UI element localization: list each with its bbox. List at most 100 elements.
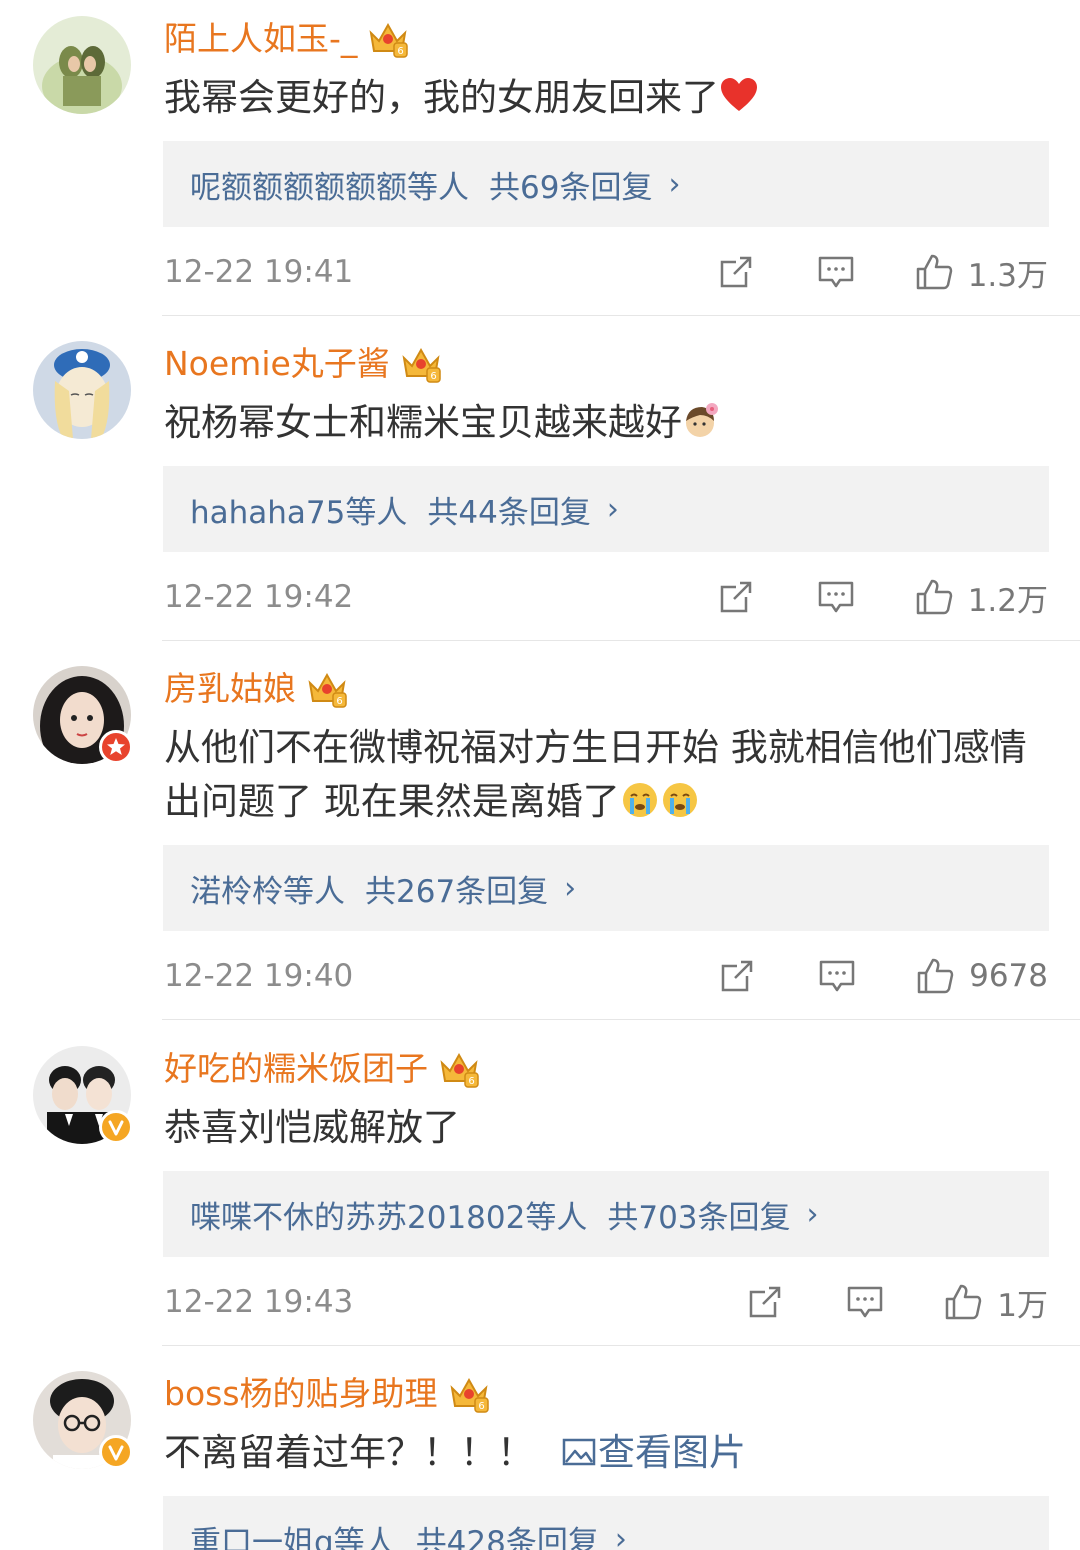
comment-footer: 12-22 19:43 1万 (164, 1272, 1048, 1332)
chevron-right-icon: › (668, 166, 681, 202)
divider (162, 640, 1080, 641)
reply-count[interactable]: 共428条回复 (416, 1517, 599, 1550)
comment-footer: 12-22 19:40 9678 (164, 946, 1048, 1006)
reply-count[interactable]: 共703条回复 (607, 1192, 790, 1237)
timestamp: 12-22 19:42 (164, 579, 354, 615)
vip-crown-icon[interactable]: 6 (400, 344, 442, 384)
comment-icon[interactable] (845, 1282, 885, 1322)
comment-text-content: 不离留着过年？！！！ (164, 1431, 534, 1474)
svg-text:6: 6 (468, 1076, 474, 1087)
username-row: 房乳姑娘 6 (164, 664, 348, 714)
comment-item: 好吃的糯米饭团子 6 恭喜刘恺威解放了 喋喋不休的苏苏201802等人 共703… (0, 1030, 1080, 1346)
comment-text-content: 从他们不在微博祝福对方生日开始 我就相信他们感情出问题了 现在果然是离婚了 (164, 726, 1027, 823)
username[interactable]: boss杨的贴身助理 (164, 1374, 438, 1414)
divider (162, 315, 1080, 316)
divider (162, 1019, 1080, 1020)
timestamp: 12-22 19:41 (164, 254, 354, 290)
avatar[interactable] (33, 16, 131, 114)
reply-users[interactable]: 喋喋不休的苏苏201802等人 (190, 1192, 587, 1237)
comment-text: 不离留着过年？！！！ 查看图片 (164, 1426, 1044, 1480)
view-picture-link[interactable]: 查看图片 (562, 1431, 746, 1474)
comment-item: 陌上人如玉-_ 6 我幂会更好的，我的女朋友回来了 呢额额额额额额等人 共69条… (0, 0, 1080, 316)
avatar-image (33, 341, 131, 439)
reply-count[interactable]: 共44条回复 (427, 487, 590, 532)
username-row: 陌上人如玉-_ 6 (164, 14, 409, 64)
comment-item: boss杨的贴身助理 6 不离留着过年？！！！ 查看图片 重口一姐g等人 共428… (0, 1355, 1080, 1550)
reply-summary[interactable]: 呢额额额额额额等人 共69条回复 › (163, 141, 1049, 227)
reply-count[interactable]: 共69条回复 (489, 162, 652, 207)
like-count: 9678 (969, 958, 1048, 994)
comment-text-content: 祝杨幂女士和糯米宝贝越来越好 (164, 401, 682, 444)
comment-text-content: 我幂会更好的，我的女朋友回来了 (164, 76, 719, 119)
avatar[interactable] (33, 1371, 133, 1469)
svg-text:6: 6 (430, 371, 436, 382)
heart-emoji-icon (719, 76, 759, 116)
comment-item: 房乳姑娘 6 从他们不在微博祝福对方生日开始 我就相信他们感情出问题了 现在果然… (0, 650, 1080, 1020)
comment-icon[interactable] (817, 956, 857, 996)
verified-badge-icon (99, 1110, 133, 1144)
like-count: 1.3万 (967, 257, 1048, 294)
crying-emoji-icon (620, 780, 660, 820)
comment-text: 我幂会更好的，我的女朋友回来了 (164, 71, 1044, 125)
girl-emoji-icon (682, 401, 722, 441)
comment-feed: 陌上人如玉-_ 6 我幂会更好的，我的女朋友回来了 呢额额额额额额等人 共69条… (0, 0, 1080, 1550)
like-icon[interactable] (914, 252, 954, 292)
chevron-right-icon: › (614, 1521, 627, 1550)
comment-footer: 12-22 19:42 1.2万 (164, 567, 1048, 627)
reply-users[interactable]: 重口一姐g等人 (190, 1517, 396, 1550)
svg-text:6: 6 (478, 1401, 484, 1412)
avatar[interactable] (33, 1046, 133, 1144)
verified-badge-icon (99, 1435, 133, 1469)
timestamp: 12-22 19:43 (164, 1284, 354, 1320)
picture-icon (562, 1437, 596, 1467)
chevron-right-icon: › (564, 870, 577, 906)
reply-users[interactable]: 呢额额额额额额等人 (190, 162, 469, 207)
comment-icon[interactable] (816, 577, 856, 617)
svg-text:6: 6 (398, 46, 404, 57)
like-icon[interactable] (943, 1282, 983, 1322)
comment-footer: 12-22 19:41 1.3万 (164, 242, 1048, 302)
reply-summary[interactable]: 喋喋不休的苏苏201802等人 共703条回复 › (163, 1171, 1049, 1257)
vip-crown-icon[interactable]: 6 (306, 669, 348, 709)
share-icon[interactable] (716, 252, 756, 292)
avatar-image (33, 16, 131, 114)
username-row: Noemie丸子酱 6 (164, 339, 442, 389)
username[interactable]: 好吃的糯米饭团子 (164, 1049, 428, 1089)
avatar[interactable] (33, 341, 131, 439)
share-icon[interactable] (717, 956, 757, 996)
avatar[interactable] (33, 666, 133, 764)
share-icon[interactable] (745, 1282, 785, 1322)
reply-users[interactable]: 渃柃柃等人 (190, 866, 345, 911)
vip-crown-icon[interactable]: 6 (367, 19, 409, 59)
username[interactable]: 陌上人如玉-_ (164, 19, 357, 59)
svg-text:6: 6 (336, 696, 342, 707)
like-count: 1万 (997, 1287, 1048, 1324)
comment-text-content: 恭喜刘恺威解放了 (164, 1106, 460, 1149)
reply-summary[interactable]: hahaha75等人 共44条回复 › (163, 466, 1049, 552)
reply-count[interactable]: 共267条回复 (365, 866, 548, 911)
star-badge-icon (99, 730, 133, 764)
like-icon[interactable] (914, 577, 954, 617)
username-row: boss杨的贴身助理 6 (164, 1369, 490, 1419)
reply-users[interactable]: hahaha75等人 (190, 487, 407, 532)
chevron-right-icon: › (806, 1196, 819, 1232)
reply-summary[interactable]: 重口一姐g等人 共428条回复 › (163, 1496, 1049, 1550)
vip-crown-icon[interactable]: 6 (448, 1374, 490, 1414)
username[interactable]: 房乳姑娘 (164, 669, 296, 709)
like-icon[interactable] (915, 956, 955, 996)
username-row: 好吃的糯米饭团子 6 (164, 1044, 480, 1094)
vip-crown-icon[interactable]: 6 (438, 1049, 480, 1089)
reply-summary[interactable]: 渃柃柃等人 共267条回复 › (163, 845, 1049, 931)
comment-item: Noemie丸子酱 6 祝杨幂女士和糯米宝贝越来越好 hahaha75等人 共4… (0, 325, 1080, 641)
crying-emoji-icon (660, 780, 700, 820)
like-count: 1.2万 (967, 582, 1048, 619)
comment-text: 祝杨幂女士和糯米宝贝越来越好 (164, 396, 1044, 450)
username[interactable]: Noemie丸子酱 (164, 344, 390, 384)
view-picture-label[interactable]: 查看图片 (598, 1431, 746, 1474)
comment-text: 从他们不在微博祝福对方生日开始 我就相信他们感情出问题了 现在果然是离婚了 (164, 721, 1044, 829)
share-icon[interactable] (716, 577, 756, 617)
chevron-right-icon: › (606, 491, 619, 527)
comment-text: 恭喜刘恺威解放了 (164, 1101, 1044, 1155)
timestamp: 12-22 19:40 (164, 958, 354, 994)
comment-icon[interactable] (816, 252, 856, 292)
